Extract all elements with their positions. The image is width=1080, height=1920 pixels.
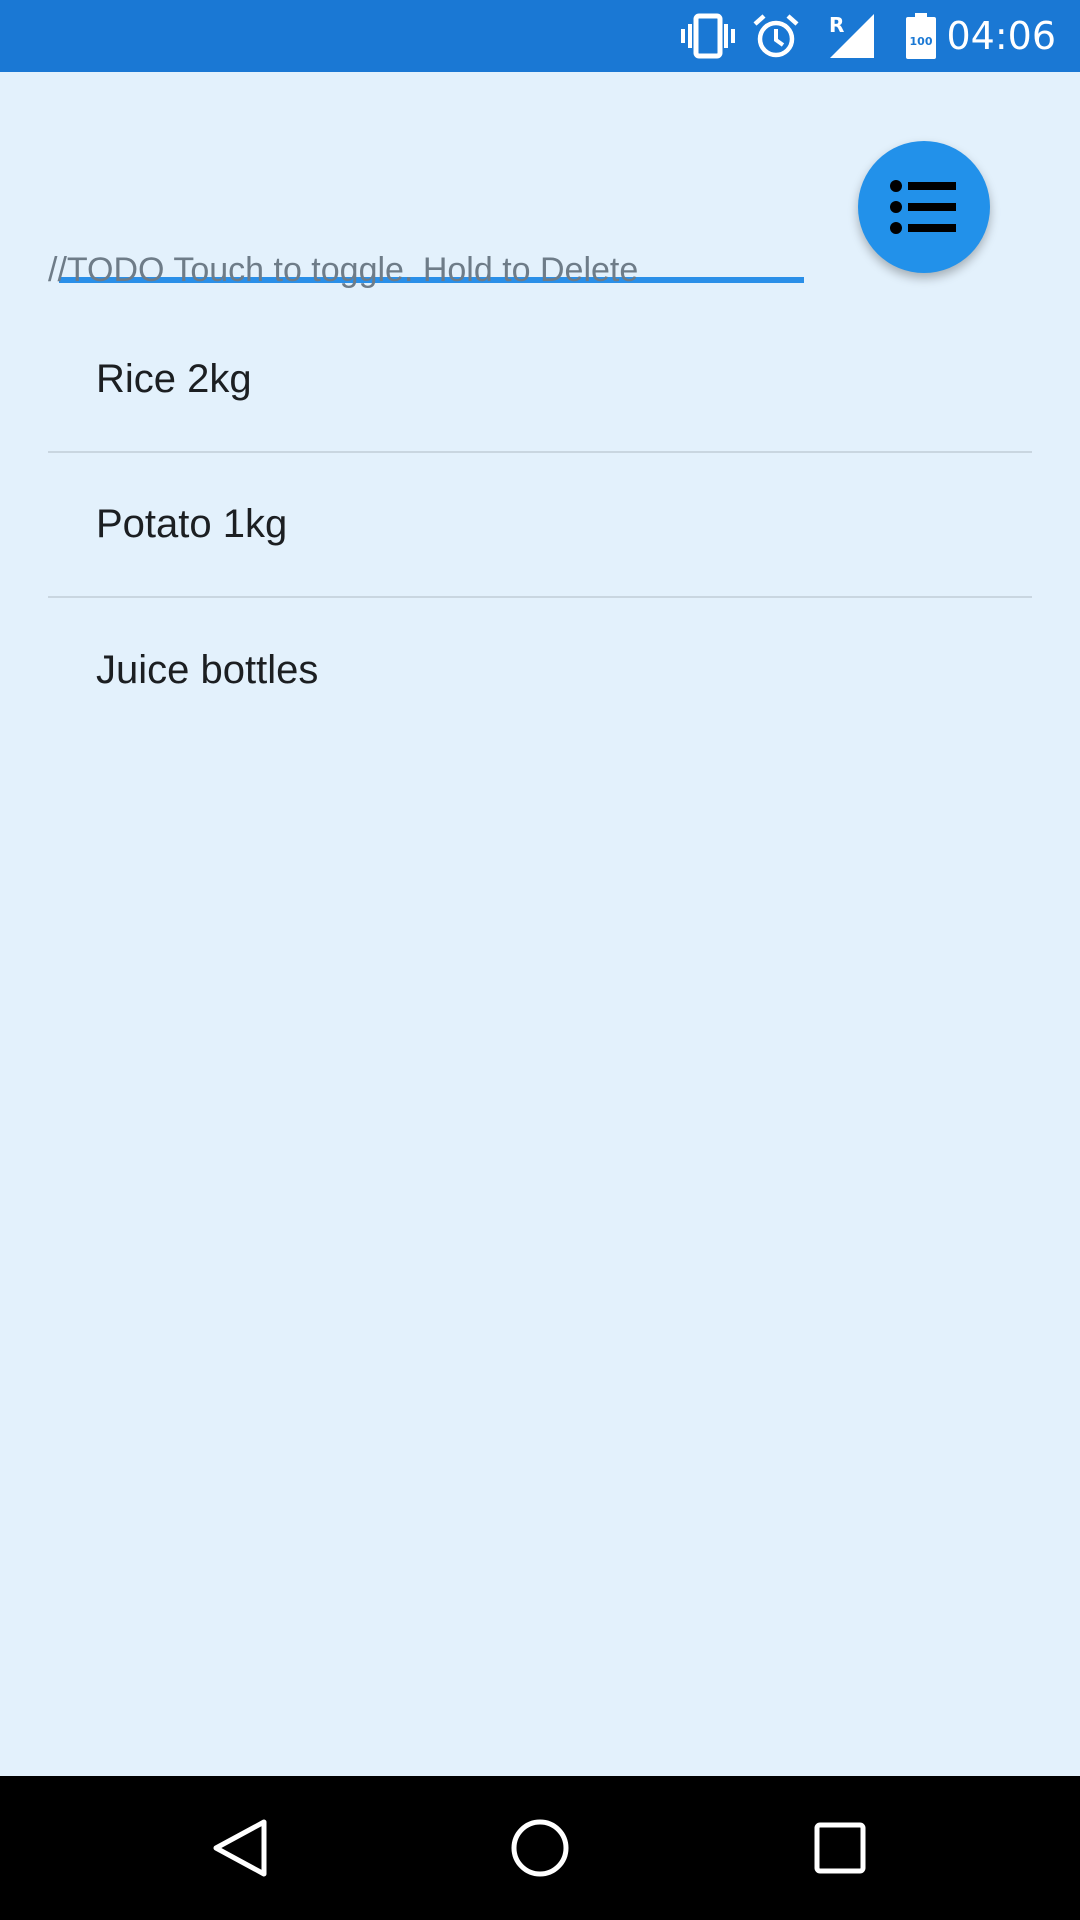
list-button[interactable] [858, 141, 990, 273]
main-content: //TODO Touch to toggle. Hold to Delete R… [0, 72, 1080, 1776]
clock: 04:06 [946, 14, 1056, 58]
list-icon [890, 180, 956, 234]
battery-icon: 100 [904, 12, 938, 65]
alarm-icon [752, 12, 800, 65]
signal-roaming-label: R [829, 13, 844, 37]
battery-level-label: 100 [910, 35, 933, 48]
hint-text: //TODO Touch to toggle. Hold to Delete [48, 251, 639, 289]
navigation-bar [0, 1776, 1080, 1920]
signal-icon: R [826, 12, 876, 65]
todo-item-juice[interactable]: Juice bottles [48, 598, 1032, 743]
todo-item-rice[interactable]: Rice 2kg [48, 308, 1032, 453]
vibrate-icon [680, 12, 736, 65]
todo-item-potato[interactable]: Potato 1kg [48, 453, 1032, 598]
recents-icon[interactable] [808, 1816, 872, 1880]
home-icon[interactable] [508, 1816, 572, 1880]
back-icon[interactable] [208, 1816, 272, 1880]
status-bar: R 100 04:06 [0, 0, 1080, 72]
todo-list: Rice 2kg Potato 1kg Juice bottles [48, 308, 1032, 743]
